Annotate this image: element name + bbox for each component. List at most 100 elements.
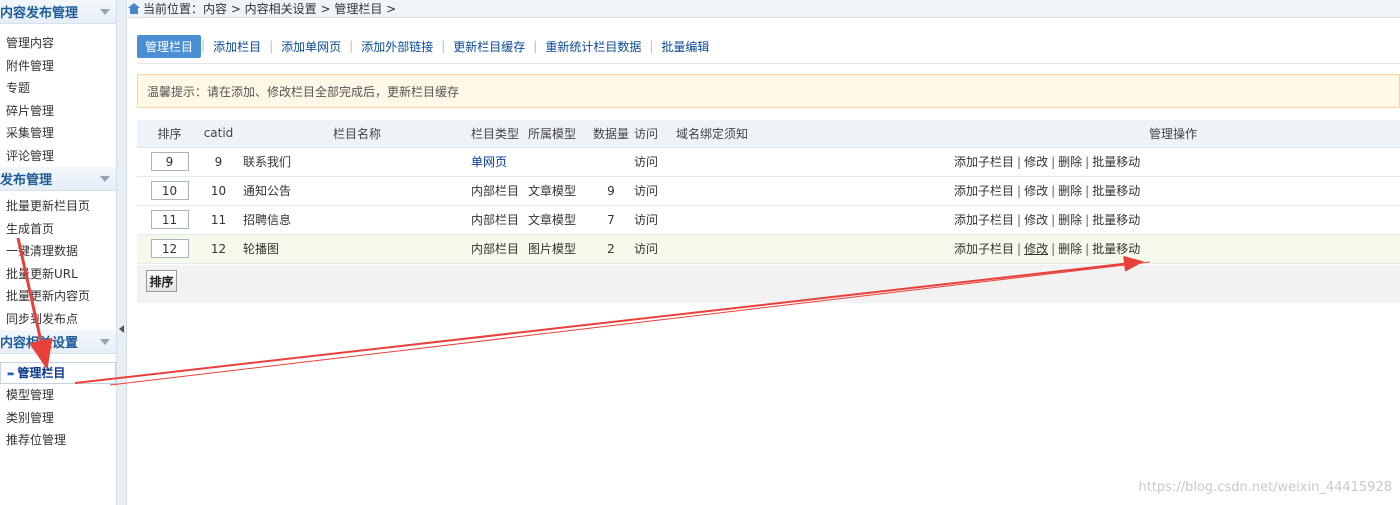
edit-link[interactable]: 修改 <box>1024 184 1048 198</box>
collapse-triangle-icon[interactable] <box>100 338 110 345</box>
add-subcategory-link[interactable]: 添加子栏目 <box>954 242 1014 256</box>
sidebar-divider[interactable] <box>117 0 127 505</box>
category-type: 内部栏目 <box>471 213 520 227</box>
delete-link[interactable]: 删除 <box>1058 242 1082 256</box>
sidebar-item-batch-update-content[interactable]: 批量更新内容页 <box>0 285 116 308</box>
toolbar: 管理栏目 | 添加栏目 | 添加单网页 | 添加外部链接 | 更新栏目缓存 | … <box>137 34 717 58</box>
delete-link[interactable]: 删除 <box>1058 155 1082 169</box>
collapse-triangle-icon[interactable] <box>100 8 110 15</box>
sidebar-item-comments[interactable]: 评论管理 <box>0 145 116 168</box>
edit-link[interactable]: 修改 <box>1024 155 1048 169</box>
table-row: 9 联系我们 单网页 访问 添加子栏目|修改|删除|批量移动 <box>137 147 1400 176</box>
collapse-triangle-icon[interactable] <box>100 175 110 182</box>
order-cell <box>137 234 202 263</box>
home-icon[interactable] <box>128 3 140 14</box>
sidebar-section-header[interactable]: 内容发布管理 <box>0 0 116 24</box>
main-content: 当前位置：内容 > 内容相关设置 > 管理栏目 > 管理栏目 | 添加栏目 | … <box>128 0 1400 505</box>
delete-link[interactable]: 删除 <box>1058 213 1082 227</box>
ops-separator: | <box>1051 155 1056 169</box>
delete-link[interactable]: 删除 <box>1058 184 1082 198</box>
add-subcategory-link[interactable]: 添加子栏目 <box>954 184 1014 198</box>
toolbar-divider <box>137 63 1400 64</box>
add-single-page-button[interactable]: 添加单网页 <box>273 38 349 55</box>
domain-cell <box>676 234 946 263</box>
table-row: 12 轮播图 内部栏目 图片模型 2 访问 添加子栏目|修改|删除|批量移动 <box>137 234 1400 263</box>
table-header-row: 排序 catid 栏目名称 栏目类型 所属模型 数据量 访问 域名绑定须知 管理… <box>137 120 1400 148</box>
order-input[interactable] <box>150 210 189 229</box>
sidebar-item-fragments[interactable]: 碎片管理 <box>0 100 116 123</box>
tip-banner: 温馨提示：请在添加、修改栏目全部完成后，更新栏目缓存 <box>137 74 1400 108</box>
category-type-link[interactable]: 单网页 <box>471 147 528 176</box>
count-cell: 2 <box>607 241 615 256</box>
sidebar-item-types[interactable]: 类别管理 <box>0 407 116 430</box>
category-name: 联系我们 <box>243 155 292 169</box>
sidebar-item-manage-content[interactable]: 管理内容 <box>0 32 116 55</box>
sidebar-section-header[interactable]: 内容相关设置 <box>0 330 116 354</box>
order-input[interactable] <box>150 181 189 200</box>
column-header-domain: 域名绑定须知 <box>676 120 946 148</box>
catid-cell: 12 <box>210 241 227 256</box>
update-category-cache-button[interactable]: 更新栏目缓存 <box>445 38 533 55</box>
ops-cell: 添加子栏目 | 修改 | 删除 | 批量移动 <box>946 234 1400 263</box>
batch-move-link[interactable]: 批量移动 <box>1092 242 1140 256</box>
count-cell: 9 <box>607 183 615 198</box>
domain-cell <box>676 176 946 205</box>
add-subcategory-link[interactable]: 添加子栏目 <box>954 213 1014 227</box>
column-header-name: 栏目名称 <box>235 120 471 148</box>
sidebar-item-sync-publish[interactable]: 同步到发布点 <box>0 308 116 331</box>
ops-separator: | <box>1085 242 1090 256</box>
ops-separator: | <box>1085 184 1090 198</box>
add-subcategory-link[interactable]: 添加子栏目 <box>954 155 1014 169</box>
sort-button[interactable]: 排序 <box>146 270 177 292</box>
collapse-left-icon[interactable] <box>119 325 124 333</box>
sidebar-item-attachments[interactable]: 附件管理 <box>0 55 116 78</box>
batch-move-link[interactable]: 批量移动 <box>1092 184 1140 198</box>
sidebar-item-clear-data[interactable]: 一键清理数据 <box>0 240 116 263</box>
category-table: 排序 catid 栏目名称 栏目类型 所属模型 数据量 访问 域名绑定须知 管理… <box>137 120 1400 264</box>
visit-link[interactable]: 访问 <box>634 176 676 205</box>
batch-move-link[interactable]: 批量移动 <box>1092 155 1140 169</box>
visit-link[interactable]: 访问 <box>634 234 676 263</box>
ops-separator: | <box>1017 242 1022 256</box>
sidebar-item-batch-update-category[interactable]: 批量更新栏目页 <box>0 195 116 218</box>
tip-text: 温馨提示：请在添加、修改栏目全部完成后，更新栏目缓存 <box>147 84 460 99</box>
sidebar-item-collect[interactable]: 采集管理 <box>0 122 116 145</box>
edit-link[interactable]: 修改 <box>1024 242 1048 256</box>
sidebar-item-positions[interactable]: 推荐位管理 <box>0 429 116 452</box>
recount-category-data-button[interactable]: 重新统计栏目数据 <box>537 38 649 55</box>
count-cell: 7 <box>607 212 615 227</box>
ops-cell: 添加子栏目 | 修改 | 删除 | 批量移动 <box>946 205 1400 234</box>
edit-link[interactable]: 修改 <box>1024 213 1048 227</box>
ops-separator: | <box>1051 213 1056 227</box>
watermark: https://blog.csdn.net/weixin_44415928 <box>1138 480 1392 495</box>
sidebar-section-header[interactable]: 发布管理 <box>0 167 116 191</box>
category-name: 招聘信息 <box>243 213 292 227</box>
breadcrumb: 当前位置：内容 > 内容相关设置 > 管理栏目 > <box>128 0 1400 18</box>
column-header-catid: catid <box>202 120 235 148</box>
visit-link[interactable]: 访问 <box>634 205 676 234</box>
ops-separator: | <box>1085 213 1090 227</box>
tab-manage-category[interactable]: 管理栏目 <box>137 34 202 58</box>
domain-cell <box>676 205 946 234</box>
add-external-link-button[interactable]: 添加外部链接 <box>353 38 441 55</box>
add-category-button[interactable]: 添加栏目 <box>205 38 269 55</box>
sidebar-item-models[interactable]: 模型管理 <box>0 384 116 407</box>
sidebar-section-title: 内容发布管理 <box>0 6 79 21</box>
sidebar-item-topics[interactable]: 专题 <box>0 77 116 100</box>
sidebar-item-manage-category[interactable]: ➨ 管理栏目 <box>0 362 116 384</box>
arrow-right-icon: ➨ <box>7 369 16 380</box>
column-header-type: 栏目类型 <box>471 120 528 148</box>
model-cell: 文章模型 <box>528 184 577 198</box>
sidebar-item-batch-update-url[interactable]: 批量更新URL <box>0 263 116 286</box>
sidebar-item-generate-home[interactable]: 生成首页 <box>0 218 116 241</box>
visit-link[interactable]: 访问 <box>634 147 676 176</box>
order-cell <box>137 147 202 176</box>
catid-cell: 10 <box>210 183 227 198</box>
sidebar: 内容发布管理 管理内容 附件管理 专题 碎片管理 采集管理 评论管理 发布管理 … <box>0 0 117 505</box>
batch-move-link[interactable]: 批量移动 <box>1092 213 1140 227</box>
order-input[interactable] <box>150 239 189 258</box>
ops-separator: | <box>1051 184 1056 198</box>
category-name: 轮播图 <box>243 242 280 256</box>
batch-edit-button[interactable]: 批量编辑 <box>653 38 717 55</box>
order-input[interactable] <box>150 152 189 171</box>
